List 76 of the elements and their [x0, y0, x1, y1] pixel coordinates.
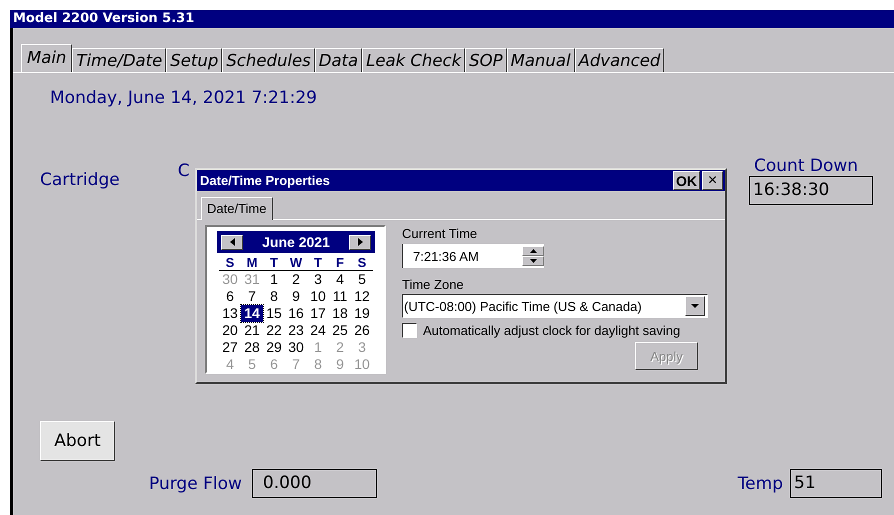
weekday-label: T [307, 256, 329, 271]
daylight-checkbox[interactable] [402, 323, 417, 338]
ok-button[interactable]: OK [673, 171, 700, 190]
calendar-day[interactable]: 10 [307, 288, 329, 305]
column-label: C [178, 161, 190, 183]
calendar-day[interactable]: 4 [329, 271, 351, 288]
close-button[interactable]: × [702, 171, 723, 190]
calendar-day[interactable]: 17 [307, 305, 329, 322]
calendar-day[interactable]: 28 [241, 339, 263, 356]
dialog-tab[interactable]: Date/Time [201, 197, 274, 220]
tab[interactable]: Manual [506, 48, 575, 72]
checkbox-label: Automatically adjust clock for daylight saving [423, 323, 680, 338]
time-input[interactable]: 7:21:36 AM [402, 244, 522, 268]
count-down-label: Count Down [754, 156, 858, 176]
tab[interactable]: Data [314, 48, 362, 72]
calendar-day[interactable]: 7 [241, 288, 263, 305]
month-title: June 2021 [262, 234, 330, 250]
dialog-title: Date/Time Properties [200, 173, 331, 188]
count-down-field: 16:38:30 [749, 176, 873, 205]
calendar-day[interactable]: 25 [329, 322, 351, 339]
cartridge-label: Cartridge [40, 170, 120, 192]
calendar-day[interactable]: 11 [329, 288, 351, 305]
tab[interactable]: Setup [166, 48, 222, 72]
calendar-day[interactable]: 23 [285, 322, 307, 339]
calendar-day[interactable]: 26 [351, 322, 373, 339]
tab[interactable]: SOP [465, 48, 507, 72]
calendar-day[interactable]: 1 [263, 271, 285, 288]
calendar-day[interactable]: 13 [219, 305, 241, 322]
calendar-day[interactable]: 14 [241, 305, 263, 322]
next-month-button[interactable] [349, 234, 371, 250]
window-title-bar: Model 2200 Version 5.31 [10, 10, 894, 28]
temp-field: 51 [790, 469, 882, 498]
calendar-day[interactable]: 20 [219, 322, 241, 339]
tab[interactable]: Time/Date [72, 48, 166, 72]
calendar-day[interactable]: 22 [263, 322, 285, 339]
previous-month-button[interactable] [221, 234, 243, 250]
calendar-day[interactable]: 6 [219, 288, 241, 305]
right-triangle-icon [358, 238, 362, 246]
purge-flow-field: 0.000 [252, 469, 377, 498]
calendar-day[interactable]: 15 [263, 305, 285, 322]
weekday-label: F [329, 256, 351, 271]
calendar-day[interactable]: 5 [351, 271, 373, 288]
up-triangle-icon [530, 249, 536, 253]
calendar-day[interactable]: 16 [285, 305, 307, 322]
tab[interactable]: Leak Check [362, 48, 466, 72]
temp-label: Temp [738, 474, 783, 494]
time-zone-label: Time Zone [402, 277, 465, 292]
weekday-label: S [351, 256, 373, 271]
down-triangle-icon [530, 259, 536, 263]
time-zone-dropdown[interactable]: (UTC-08:00) Pacific Time (US & Canada) [402, 294, 708, 318]
calendar-day[interactable]: 18 [329, 305, 351, 322]
current-time-label: Current Time [402, 226, 478, 241]
tab[interactable]: Advanced [574, 48, 664, 72]
purge-flow-label: Purge Flow [149, 474, 242, 494]
abort-button[interactable]: Abort [40, 421, 115, 461]
calendar-day[interactable]: 12 [351, 288, 373, 305]
calendar-day[interactable]: 2 [285, 271, 307, 288]
calendar-day[interactable]: 8 [263, 288, 285, 305]
calendar-day[interactable]: 19 [351, 305, 373, 322]
time-spinner[interactable] [522, 244, 544, 268]
weekday-label: M [241, 256, 263, 271]
weekday-label: W [285, 256, 307, 271]
calendar-day[interactable]: 27 [219, 339, 241, 356]
weekday-label: S [219, 256, 241, 271]
calendar-day[interactable]: 9 [285, 288, 307, 305]
calendar-day[interactable]: 3 [307, 271, 329, 288]
down-triangle-icon [691, 304, 699, 308]
calendar-day[interactable]: 29 [263, 339, 285, 356]
left-triangle-icon [230, 238, 234, 246]
calendar-day[interactable]: 21 [241, 322, 263, 339]
date-time-text: Monday, June 14, 2021 7:21:29 [49, 87, 318, 109]
calendar-day[interactable]: 30 [285, 339, 307, 356]
tab[interactable]: Schedules [222, 48, 315, 72]
tab[interactable]: Main [21, 44, 72, 72]
calendar-day[interactable]: 24 [307, 322, 329, 339]
weekday-label: T [263, 256, 285, 271]
